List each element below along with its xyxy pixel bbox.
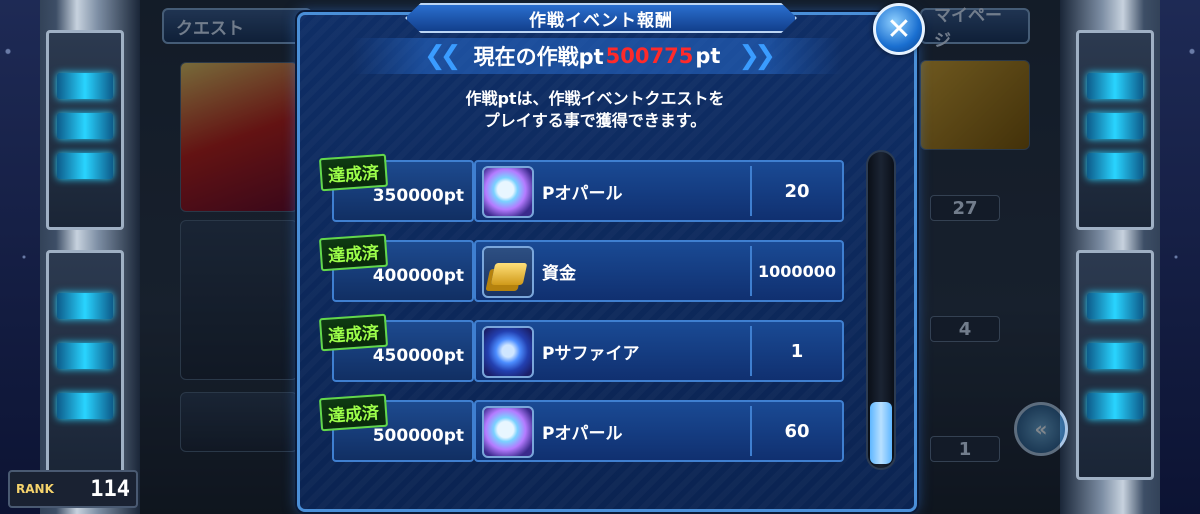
reward-row: 500000pt 達成済 Pオパール 60 bbox=[318, 393, 850, 462]
frame-panel bbox=[1076, 30, 1154, 230]
frame-panel bbox=[46, 250, 124, 480]
description-line: プレイする事で獲得できます。 bbox=[483, 111, 707, 130]
chevron-left-icon: ❮❮ bbox=[424, 41, 461, 71]
achieved-badge: 達成済 bbox=[318, 393, 389, 432]
scrollbar-thumb[interactable] bbox=[870, 402, 892, 464]
scrollbar[interactable] bbox=[866, 150, 896, 470]
sapphire-icon bbox=[482, 326, 534, 378]
reward-row: 350000pt 達成済 Pオパール 20 bbox=[318, 153, 850, 222]
glow-bar bbox=[1087, 343, 1143, 369]
glow-bar bbox=[1087, 393, 1143, 419]
rank-label: RANK bbox=[16, 482, 54, 496]
glow-bar bbox=[57, 393, 113, 419]
reward-row: 450000pt 達成済 Pサファイア 1 bbox=[318, 313, 850, 382]
reward-item-quantity: 1 bbox=[750, 326, 842, 376]
description-line: 作戦ptは、作戦イベントクエストを bbox=[465, 89, 725, 108]
achieved-badge: 達成済 bbox=[318, 153, 389, 192]
rank-display: RANK 114 bbox=[8, 470, 138, 508]
glow-bar bbox=[57, 343, 113, 369]
reward-item-quantity: 1000000 bbox=[750, 246, 842, 296]
modal-title: 作戦イベント報酬 bbox=[405, 3, 797, 33]
glow-bar bbox=[57, 113, 113, 139]
glow-bar bbox=[57, 73, 113, 99]
current-points-label: 現在の作戦pt bbox=[473, 45, 604, 69]
reward-item-name: Pサファイア bbox=[542, 343, 640, 364]
reward-item[interactable]: 資金 1000000 bbox=[474, 240, 844, 302]
glow-bar bbox=[57, 293, 113, 319]
points-description: 作戦ptは、作戦イベントクエストを プレイする事で獲得できます。 bbox=[360, 88, 830, 132]
glow-bar bbox=[1087, 293, 1143, 319]
frame-panel bbox=[1076, 250, 1154, 480]
glow-bar bbox=[1087, 153, 1143, 179]
left-frame-decoration bbox=[0, 0, 140, 514]
right-frame-decoration bbox=[1060, 0, 1200, 514]
gold-icon bbox=[482, 246, 534, 298]
starfield bbox=[0, 0, 40, 514]
close-icon: ✕ bbox=[886, 11, 912, 47]
achieved-badge: 達成済 bbox=[318, 233, 389, 272]
reward-item-name: Pオパール bbox=[542, 423, 623, 444]
frame-panel bbox=[46, 30, 124, 230]
reward-item-name: 資金 bbox=[542, 263, 576, 284]
reward-item[interactable]: Pオパール 60 bbox=[474, 400, 844, 462]
reward-item-name: Pオパール bbox=[542, 183, 623, 204]
reward-item-quantity: 60 bbox=[750, 406, 842, 456]
reward-row: 400000pt 達成済 資金 1000000 bbox=[318, 233, 850, 302]
chevron-right-icon: ❯❯ bbox=[738, 41, 775, 71]
achieved-badge: 達成済 bbox=[318, 313, 389, 352]
current-points: ❮❮ 現在の作戦pt 500775 pt ❯❯ bbox=[352, 38, 842, 74]
close-button[interactable]: ✕ bbox=[873, 3, 925, 55]
glow-bar bbox=[57, 153, 113, 179]
current-points-suffix: pt bbox=[695, 44, 721, 68]
current-points-value: 500775 bbox=[605, 44, 694, 68]
glow-bar bbox=[1087, 73, 1143, 99]
reward-item[interactable]: Pサファイア 1 bbox=[474, 320, 844, 382]
starfield bbox=[1160, 0, 1200, 514]
opal-icon bbox=[482, 166, 534, 218]
reward-item-quantity: 20 bbox=[750, 166, 842, 216]
glow-bar bbox=[1087, 113, 1143, 139]
reward-item[interactable]: Pオパール 20 bbox=[474, 160, 844, 222]
opal-icon bbox=[482, 406, 534, 458]
rank-value: 114 bbox=[90, 476, 130, 502]
